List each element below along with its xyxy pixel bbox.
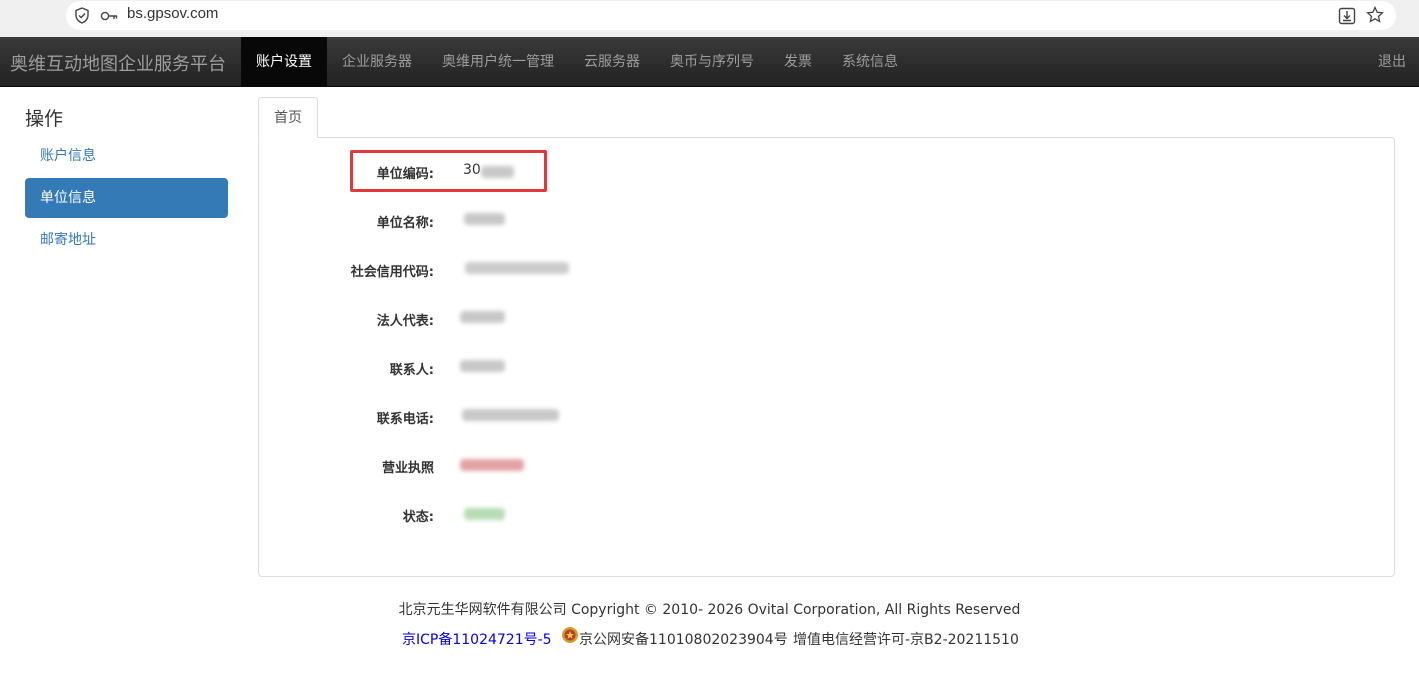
tab-home[interactable]: 首页 — [258, 97, 318, 138]
field-label-credit-code: 社会信用代码: — [350, 265, 434, 280]
nav-system-info[interactable]: 系统信息 — [842, 37, 898, 87]
field-label-phone: 联系电话: — [376, 412, 434, 427]
shield-icon[interactable] — [74, 7, 90, 24]
nav-enterprise-server[interactable]: 企业服务器 — [342, 37, 412, 87]
nav-coins-serials[interactable]: 奥币与序列号 — [670, 37, 754, 87]
star-icon[interactable] — [1366, 6, 1384, 24]
browser-toolbar: bs.gpsov.com — [0, 0, 1419, 37]
nav-cloud-server[interactable]: 云服务器 — [584, 37, 640, 87]
telecom-license: 增值电信经营许可-京B2-20211510 — [793, 632, 1019, 648]
download-icon[interactable] — [1338, 7, 1356, 25]
nav-account-settings[interactable]: 账户设置 — [241, 37, 327, 87]
redacted-value — [464, 213, 505, 225]
sidebar-title: 操作 — [25, 108, 64, 130]
key-icon[interactable] — [100, 9, 118, 23]
nav-invoice[interactable]: 发票 — [784, 37, 812, 87]
highlight-annotation — [350, 150, 547, 192]
police-badge-icon — [562, 627, 578, 643]
nav-user-management[interactable]: 奥维用户统一管理 — [442, 37, 554, 87]
icp-link[interactable]: 京ICP备11024721号-5 — [402, 629, 552, 649]
brand-title[interactable]: 奥维互动地图企业服务平台 — [10, 50, 226, 76]
redacted-value — [460, 360, 505, 372]
field-label-contact: 联系人: — [389, 363, 434, 378]
url-text[interactable]: bs.gpsov.com — [127, 5, 218, 22]
redacted-value — [462, 409, 559, 421]
field-label-status: 状态: — [402, 510, 434, 525]
footer-copyright: 北京元生华网软件有限公司 Copyright © 2010- 2026 Ovit… — [398, 602, 1021, 618]
address-bar[interactable]: bs.gpsov.com — [66, 1, 1396, 30]
top-navbar: 奥维互动地图企业服务平台 账户设置 企业服务器 奥维用户统一管理 云服务器 奥币… — [0, 37, 1419, 87]
redacted-value — [465, 262, 569, 274]
redacted-value — [460, 311, 505, 323]
redacted-value — [460, 459, 524, 471]
field-label-legal-rep: 法人代表: — [376, 314, 434, 329]
field-label-unit-name: 单位名称: — [376, 216, 434, 231]
field-label-business-license: 营业执照 — [381, 461, 434, 476]
redacted-value — [464, 508, 505, 520]
police-record-link[interactable]: 京公网安备11010802023904号 — [579, 629, 788, 649]
logout-link[interactable]: 退出 — [1378, 37, 1406, 87]
